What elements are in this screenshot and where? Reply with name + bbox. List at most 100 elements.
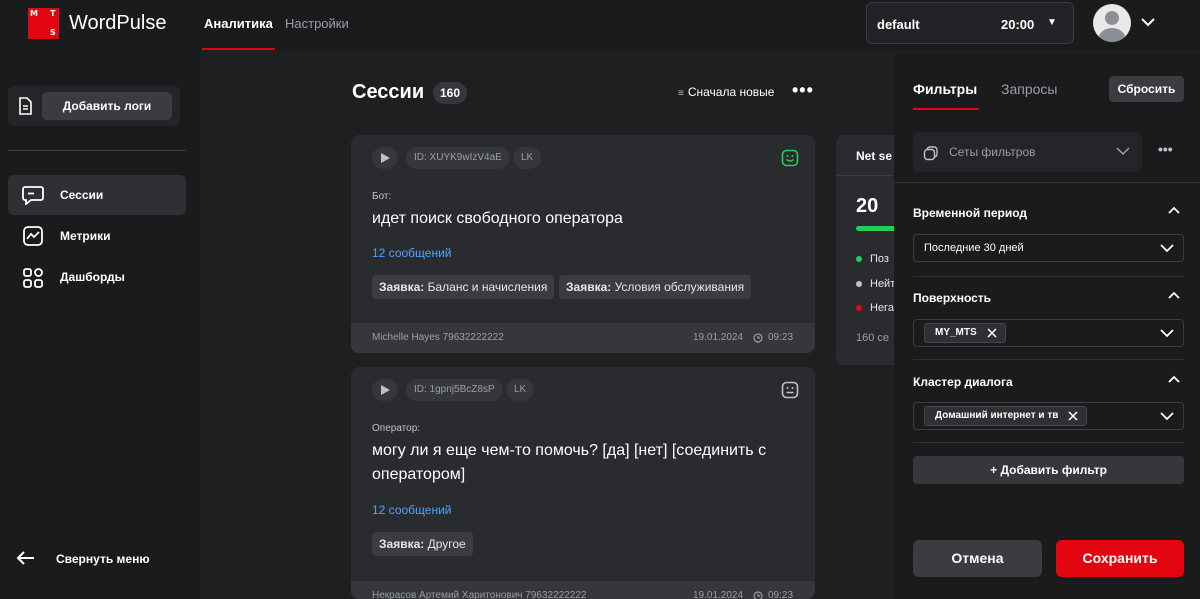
top-bar: M T S WordPulse Аналитика Настройки defa… <box>0 0 1200 50</box>
project-time: 20:00 <box>1001 17 1035 32</box>
cancel-button[interactable]: Отмена <box>913 540 1042 577</box>
collapse-menu-button[interactable]: Свернуть меню <box>16 550 150 571</box>
more-options-icon[interactable]: ••• <box>1158 141 1173 157</box>
mts-logo[interactable]: M T S <box>28 8 59 39</box>
brand-name: WordPulse <box>69 12 167 34</box>
session-id-chip[interactable]: ID: 1gpnj5BcZ8sP <box>406 379 503 401</box>
sidebar-item-dashboards[interactable]: Дашборды <box>8 257 186 297</box>
add-logs-panel: Добавить логи <box>8 86 180 126</box>
layers-icon <box>923 146 938 161</box>
add-filter-label: Добавить фильтр <box>1000 463 1107 477</box>
legend-label: Нега <box>870 302 894 314</box>
dashboard-icon <box>23 268 43 288</box>
tab-settings[interactable]: Настройки <box>285 16 349 31</box>
chevron-down-icon <box>1116 147 1130 156</box>
play-button[interactable] <box>372 379 398 401</box>
session-date: 19.01.2024 <box>693 332 744 343</box>
chevron-down-icon <box>1160 329 1174 338</box>
tab-filters[interactable]: Фильтры <box>913 81 980 110</box>
play-button[interactable] <box>372 147 398 169</box>
message-role: Оператор: <box>372 423 421 434</box>
request-tag[interactable]: Заявка: Другое <box>372 532 473 556</box>
sidebar-item-sessions[interactable]: Сессии <box>8 175 186 215</box>
period-select[interactable]: Последние 30 дней <box>913 234 1184 262</box>
session-author: Некрасов Артемий Харитонович 79632222222 <box>372 590 587 599</box>
add-logs-button[interactable]: Добавить логи <box>42 92 172 120</box>
section-title-surface: Поверхность <box>913 291 992 305</box>
save-button[interactable]: Сохранить <box>1056 540 1184 577</box>
neutral-sentiment-icon <box>781 381 799 399</box>
divider <box>913 359 1184 360</box>
tag-value: Баланс и начисления <box>427 280 548 294</box>
sidebar-item-metrics[interactable]: Метрики <box>8 216 186 256</box>
legend-item: Нейт <box>856 278 895 290</box>
tag-label: Домашний интернет и тв <box>935 410 1059 421</box>
close-icon[interactable] <box>1068 411 1078 421</box>
sort-label: Сначала новые <box>687 85 775 99</box>
session-date: 19.01.2024 <box>693 590 744 599</box>
session-author: Michelle Hayes 79632222222 <box>372 332 504 343</box>
section-title-period: Временной период <box>913 206 1028 220</box>
message-text: могу ли я еще чем-то помочь? [да] [нет] … <box>372 442 767 483</box>
legend-item: Поз <box>856 253 889 265</box>
chevron-down-icon[interactable] <box>1140 14 1156 30</box>
caret-down-icon: ▼ <box>1047 17 1057 28</box>
legend-dot <box>856 305 862 312</box>
more-options-icon[interactable]: ••• <box>792 80 814 101</box>
sidebar-item-label: Дашборды <box>60 270 125 284</box>
tag-label: MY_MTS <box>935 327 977 338</box>
session-card[interactable]: ID: 1gpnj5BcZ8sP LK Оператор: могу ли я … <box>351 367 815 599</box>
chevron-up-icon[interactable] <box>1168 375 1180 383</box>
reset-button[interactable]: Сбросить <box>1109 76 1184 102</box>
request-tag[interactable]: Заявка: Баланс и начисления <box>372 275 555 299</box>
document-icon <box>19 97 32 115</box>
messages-link[interactable]: 12 сообщений <box>372 503 451 517</box>
add-filter-button[interactable]: + Добавить фильтр <box>913 456 1184 484</box>
cluster-select[interactable]: Домашний интернет и тв <box>913 402 1184 430</box>
sort-button[interactable]: ≡ Сначала новые <box>678 85 774 99</box>
card-footer: Некрасов Артемий Харитонович 79632222222… <box>351 581 815 599</box>
selected-tag: MY_MTS <box>924 323 1006 343</box>
page-title: Сессии <box>352 81 425 103</box>
plus-icon: + <box>990 463 998 477</box>
avatar[interactable] <box>1093 4 1131 42</box>
chevron-up-icon[interactable] <box>1168 291 1180 299</box>
channel-chip: LK <box>513 147 542 169</box>
session-id-chip[interactable]: ID: XUYK9wIzV4aE <box>406 147 510 169</box>
positive-sentiment-icon <box>781 149 799 167</box>
filter-sets-select[interactable]: Сеты фильтров <box>913 132 1142 172</box>
logo-letter: M <box>30 9 38 18</box>
chart-icon <box>23 226 43 246</box>
close-icon[interactable] <box>987 328 997 338</box>
tab-queries[interactable]: Запросы <box>1001 81 1057 97</box>
clock-icon <box>753 591 763 599</box>
session-card[interactable]: ID: XUYK9wIzV4aE LK Бот: идет поиск своб… <box>351 135 815 353</box>
sessions-count-badge: 160 <box>433 82 468 104</box>
arrow-left-icon <box>16 551 34 565</box>
divider <box>913 442 1184 443</box>
section-title-cluster: Кластер диалога <box>913 375 1013 389</box>
divider <box>894 182 1200 183</box>
period-value: Последние 30 дней <box>924 242 1024 254</box>
tag-value: Другое <box>427 537 466 551</box>
card-footer: Michelle Hayes 79632222222 19.01.2024 09… <box>351 323 815 353</box>
sort-icon: ≡ <box>678 88 684 99</box>
chevron-up-icon[interactable] <box>1168 206 1180 214</box>
session-time: 09:23 <box>768 590 794 599</box>
legend-label: Поз <box>870 253 889 265</box>
tag-key: Заявка: <box>379 280 425 294</box>
legend-item: Нега <box>856 302 894 314</box>
sidebar-item-label: Метрики <box>60 229 111 243</box>
request-tag[interactable]: Заявка: Условия обслуживания <box>559 275 752 299</box>
project-select[interactable]: default 20:00 ▼ <box>866 2 1074 44</box>
logo-letter: T <box>50 9 56 18</box>
sidebar-item-label: Сессии <box>60 188 104 202</box>
divider <box>913 276 1184 277</box>
surface-select[interactable]: MY_MTS <box>913 319 1184 347</box>
tab-analytics[interactable]: Аналитика <box>202 16 275 50</box>
tag-key: Заявка: <box>566 280 612 294</box>
sidebar: Добавить логи Сессии Метрики Дашборды Св… <box>0 50 200 599</box>
session-time: 09:23 <box>768 332 794 343</box>
messages-link[interactable]: 12 сообщений <box>372 246 451 260</box>
stat-card-title: Net se <box>856 149 893 163</box>
